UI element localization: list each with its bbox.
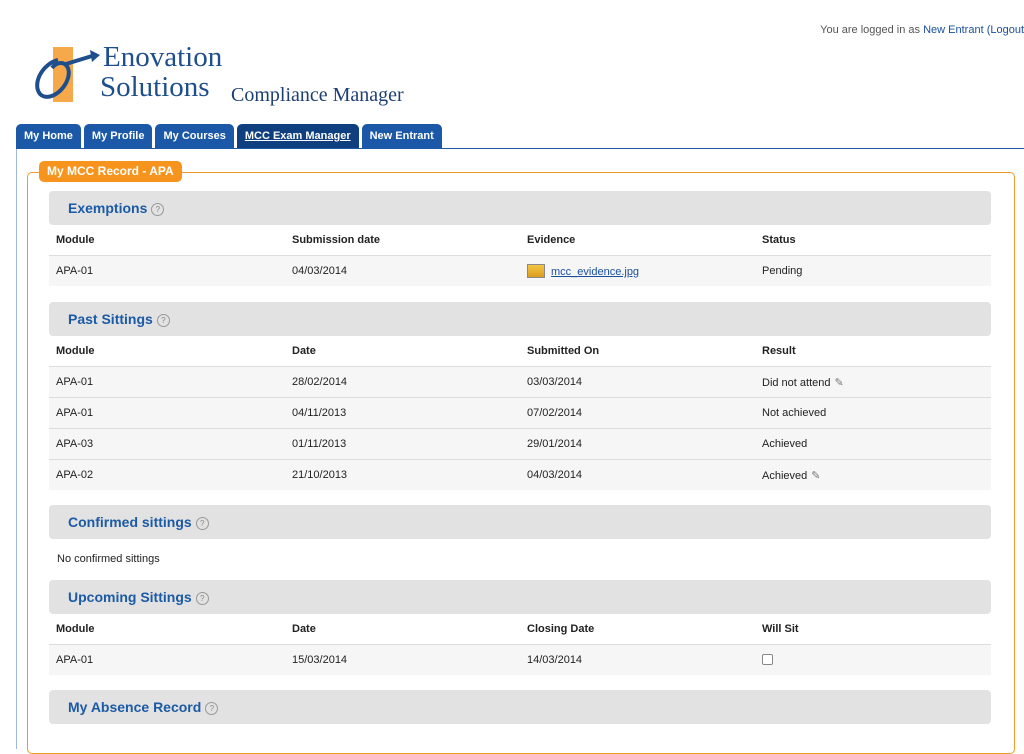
closing-date-cell: 14/03/2014 (527, 654, 583, 666)
column-header-module: Module (56, 345, 95, 357)
absence-record-header: My Absence Record? (49, 690, 991, 724)
column-header-will-sit: Will Sit (762, 623, 799, 635)
result-cell: Did not attend ✎ (762, 376, 844, 389)
module-cell: APA-01 (56, 407, 94, 419)
edit-pencil-icon[interactable]: ✎ (835, 376, 844, 389)
date-cell: 04/11/2013 (292, 407, 347, 419)
past-sittings-title: Past Sittings (68, 311, 153, 327)
confirmed-sittings-title-wrap: Confirmed sittings? (68, 514, 209, 530)
record-title: My MCC Record - APA (39, 161, 182, 182)
evidence-cell: mcc_evidence.jpg (527, 264, 639, 279)
tab-my-home[interactable]: My Home (16, 124, 81, 149)
absence-record-title: My Absence Record (68, 699, 202, 715)
image-file-icon (527, 264, 545, 278)
will-sit-checkbox[interactable] (762, 654, 773, 665)
result-cell: Not achieved (762, 407, 827, 419)
table-row: APA-01 04/11/2013 07/02/2014 Not achieve… (49, 397, 991, 428)
upcoming-sittings-title: Upcoming Sittings (68, 589, 192, 605)
absence-record-title-wrap: My Absence Record? (68, 699, 219, 715)
date-cell: 01/11/2013 (292, 438, 347, 450)
tab-my-courses[interactable]: My Courses (155, 124, 234, 149)
date-cell: 15/03/2014 (292, 654, 348, 666)
status-cell: Pending (762, 265, 803, 277)
help-icon[interactable]: ? (195, 516, 209, 530)
column-header-closing-date: Closing Date (527, 623, 595, 635)
upcoming-sittings-header: Upcoming Sittings? (49, 580, 991, 614)
submitted-cell: 03/03/2014 (527, 376, 583, 388)
module-cell: APA-01 (56, 654, 94, 666)
submitted-cell: 29/01/2014 (527, 438, 583, 450)
column-header-result: Result (762, 345, 796, 357)
exemptions-title: Exemptions (68, 200, 148, 216)
tab-my-profile[interactable]: My Profile (83, 124, 153, 149)
result-text: Achieved (762, 470, 808, 482)
upcoming-sittings-title-wrap: Upcoming Sittings? (68, 589, 209, 605)
module-cell: APA-02 (56, 469, 94, 481)
upcoming-table-header: Module Date Closing Date Will Sit (49, 614, 991, 644)
table-row: APA-01 04/03/2014 mcc_evidence.jpg Pendi… (49, 255, 991, 286)
date-cell: 28/02/2014 (292, 376, 348, 388)
result-text: Did not attend (762, 377, 831, 389)
logout-link[interactable]: (Logout (987, 24, 1024, 36)
login-status: You are logged in as New Entrant (Logout (820, 24, 1024, 36)
submitted-cell: 07/02/2014 (527, 407, 583, 419)
table-row: APA-02 21/10/2013 04/03/2014 Achieved ✎ (49, 459, 991, 490)
help-icon[interactable]: ? (151, 202, 165, 216)
table-row: APA-01 15/03/2014 14/03/2014 (49, 644, 991, 675)
past-sittings-header: Past Sittings? (49, 302, 991, 336)
exemptions-table-header: Module Submission date Evidence Status (49, 225, 991, 255)
date-cell: 04/03/2014 (292, 265, 348, 277)
product-name: Compliance Manager (231, 84, 404, 106)
column-header-submission-date: Submission date (292, 234, 381, 246)
logo-mark-icon (35, 47, 100, 102)
help-icon[interactable]: ? (156, 313, 170, 327)
confirmed-sittings-header: Confirmed sittings? (49, 505, 991, 539)
login-prefix: You are logged in as (820, 24, 921, 36)
date-cell: 21/10/2013 (292, 469, 348, 481)
column-header-date: Date (292, 345, 316, 357)
tab-new-entrant[interactable]: New Entrant (361, 124, 442, 149)
column-header-date: Date (292, 623, 316, 635)
column-header-module: Module (56, 234, 95, 246)
user-link[interactable]: New Entrant (923, 24, 984, 36)
result-cell: Achieved (762, 438, 808, 450)
column-header-module: Module (56, 623, 95, 635)
help-icon[interactable]: ? (205, 701, 219, 715)
column-header-status: Status (762, 234, 796, 246)
submitted-cell: 04/03/2014 (527, 469, 583, 481)
main-tabs: My Home My Profile My Courses MCC Exam M… (16, 124, 445, 149)
module-cell: APA-01 (56, 376, 94, 388)
module-cell: APA-03 (56, 438, 94, 450)
table-row: APA-01 28/02/2014 03/03/2014 Did not att… (49, 366, 991, 397)
logo-text-line2: Solutions (100, 71, 210, 103)
column-header-evidence: Evidence (527, 234, 576, 246)
past-sittings-table-header: Module Date Submitted On Result (49, 336, 991, 366)
will-sit-cell (762, 654, 773, 668)
confirmed-sittings-title: Confirmed sittings (68, 514, 192, 530)
column-header-submitted-on: Submitted On (527, 345, 600, 357)
module-cell: APA-01 (56, 265, 94, 277)
help-icon[interactable]: ? (195, 591, 209, 605)
logo: Enovation Solutions Compliance Manager (30, 42, 430, 112)
past-sittings-title-wrap: Past Sittings? (68, 311, 170, 327)
evidence-link[interactable]: mcc_evidence.jpg (551, 266, 639, 278)
edit-pencil-icon[interactable]: ✎ (811, 469, 820, 482)
no-confirmed-sittings-text: No confirmed sittings (57, 553, 160, 565)
tab-mcc-exam-manager[interactable]: MCC Exam Manager (236, 124, 359, 149)
table-row: APA-03 01/11/2013 29/01/2014 Achieved (49, 428, 991, 459)
exemptions-title-wrap: Exemptions? (68, 200, 165, 216)
result-cell: Achieved ✎ (762, 469, 820, 482)
exemptions-header: Exemptions? (49, 191, 991, 225)
logo-text-line1: Enovation (103, 41, 223, 73)
